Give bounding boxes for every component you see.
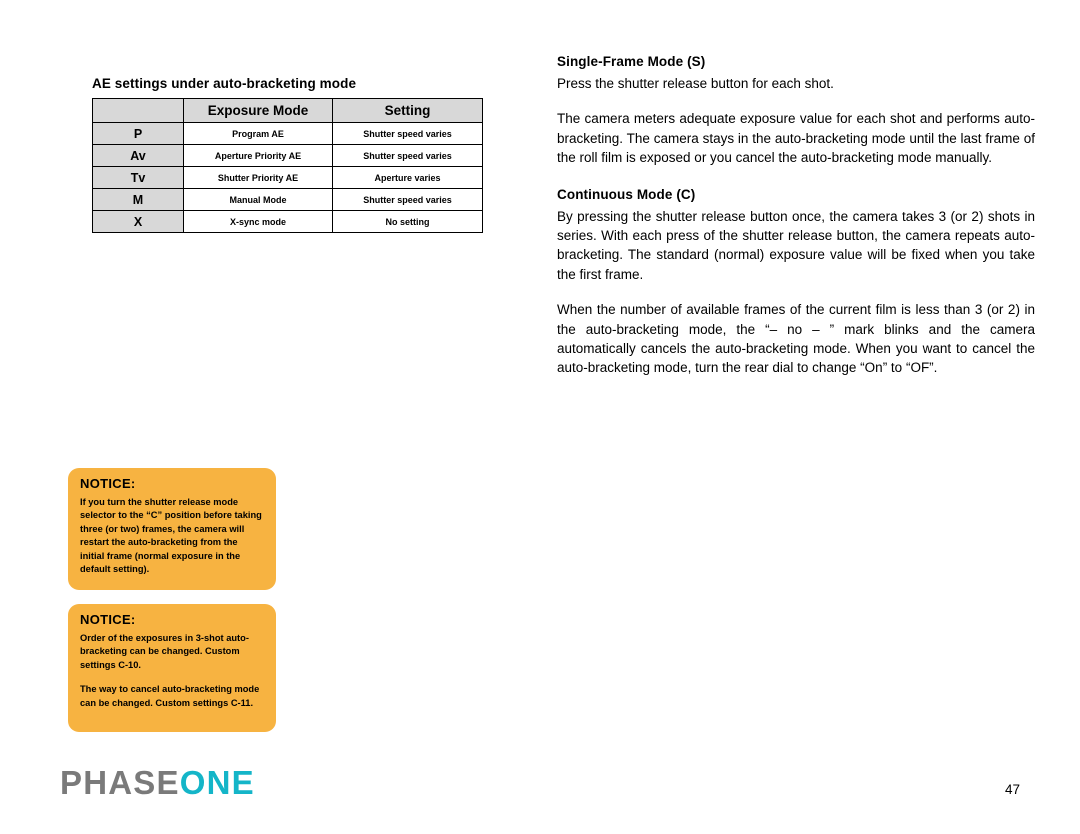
cell-mode: M bbox=[92, 188, 184, 211]
table-row: X X-sync mode No setting bbox=[92, 210, 483, 233]
ae-table-section: AE settings under auto-bracketing mode E… bbox=[92, 76, 492, 233]
notice-paragraph: The way to cancel auto-bracketing mode c… bbox=[80, 684, 260, 708]
cell-exposure: Program AE bbox=[183, 122, 333, 145]
phaseone-logo: PHASEONE bbox=[60, 766, 255, 799]
heading-continuous-mode: Continuous Mode (C) bbox=[557, 186, 696, 202]
table-caption: AE settings under auto-bracketing mode bbox=[92, 76, 357, 91]
cell-mode: P bbox=[92, 122, 184, 145]
notice-title: NOTICE: bbox=[80, 476, 136, 491]
table-header-setting: Setting bbox=[332, 98, 483, 123]
page-number: 47 bbox=[1005, 782, 1021, 797]
cell-setting: Aperture varies bbox=[332, 166, 483, 189]
cell-setting: No setting bbox=[332, 210, 483, 233]
cell-exposure: Shutter Priority AE bbox=[183, 166, 333, 189]
notice-title: NOTICE: bbox=[80, 612, 136, 627]
paragraph-single-frame-1: Press the shutter release button for eac… bbox=[557, 76, 834, 91]
cell-mode: Tv bbox=[92, 166, 184, 189]
cell-setting: Shutter speed varies bbox=[332, 122, 483, 145]
table-header-blank bbox=[92, 98, 184, 123]
cell-setting: Shutter speed varies bbox=[332, 188, 483, 211]
notice-box-1: NOTICE: If you turn the shutter release … bbox=[68, 468, 276, 590]
table-header-exposure-mode: Exposure Mode bbox=[183, 98, 333, 123]
cell-mode: Av bbox=[92, 144, 184, 167]
ae-settings-table: Exposure Mode Setting P Program AE Shutt… bbox=[92, 98, 483, 233]
paragraph-continuous-2: When the number of available frames of t… bbox=[557, 302, 1035, 376]
cell-exposure: Manual Mode bbox=[183, 188, 333, 211]
paragraph-continuous-1: By pressing the shutter release button o… bbox=[557, 208, 1035, 282]
notice-paragraph: Order of the exposures in 3-shot auto-br… bbox=[80, 633, 249, 670]
paragraph-single-frame-2: The camera meters adequate exposure valu… bbox=[557, 111, 1035, 166]
heading-single-frame-mode: Single-Frame Mode (S) bbox=[557, 54, 706, 69]
notice-paragraph: If you turn the shutter release mode sel… bbox=[80, 497, 262, 575]
notice-box-2: NOTICE: Order of the exposures in 3-shot… bbox=[68, 604, 276, 732]
right-text-column: Single-Frame Mode (S) Press the shutter … bbox=[557, 54, 1035, 378]
logo-one: ONE bbox=[179, 764, 255, 801]
table-row: Tv Shutter Priority AE Aperture varies bbox=[92, 166, 483, 189]
table-row: P Program AE Shutter speed varies bbox=[92, 122, 483, 145]
cell-setting: Shutter speed varies bbox=[332, 144, 483, 167]
logo-phase: PHASE bbox=[60, 764, 180, 801]
table-header-row: Exposure Mode Setting bbox=[92, 98, 483, 123]
cell-exposure: X-sync mode bbox=[183, 210, 333, 233]
table-row: Av Aperture Priority AE Shutter speed va… bbox=[92, 144, 483, 167]
cell-exposure: Aperture Priority AE bbox=[183, 144, 333, 167]
table-row: M Manual Mode Shutter speed varies bbox=[92, 188, 483, 211]
cell-mode: X bbox=[92, 210, 184, 233]
